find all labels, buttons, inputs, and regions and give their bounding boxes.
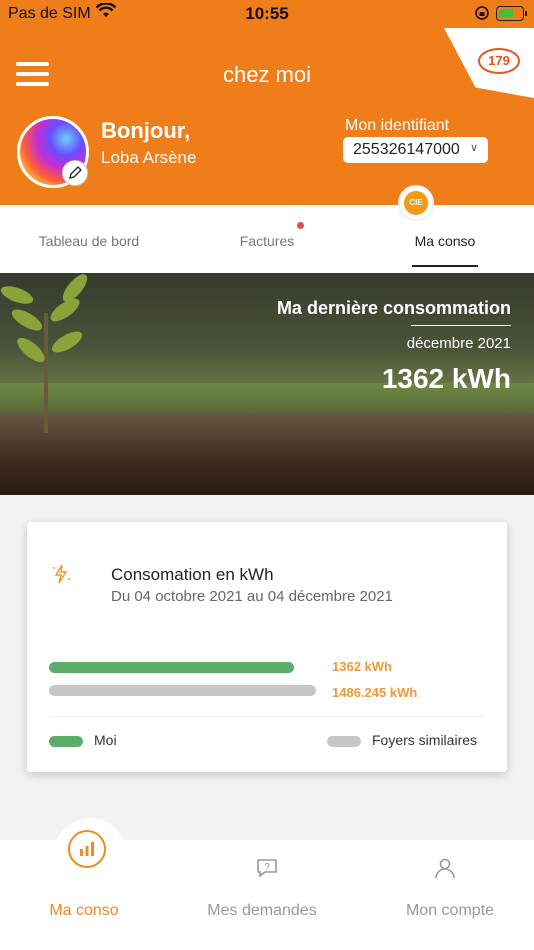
consumption-card: Consomation en kWh Du 04 octobre 2021 au… — [27, 522, 507, 772]
chevron-down-icon: ∨ — [469, 142, 478, 154]
similar-homes-bar — [49, 685, 316, 696]
id-value: 255326147000 — [353, 141, 460, 158]
pencil-icon — [69, 166, 82, 179]
question-bubble-icon[interactable]: ? — [255, 856, 279, 880]
bar-chart-icon — [80, 842, 94, 856]
orientation-lock-icon — [475, 6, 489, 20]
hero-divider — [411, 325, 511, 326]
svg-text:?: ? — [264, 862, 270, 873]
nav-active-bubble[interactable] — [54, 818, 126, 890]
notification-dot — [297, 222, 304, 229]
hero-value: 1362 kWh — [381, 363, 511, 394]
my-consumption-bar — [49, 662, 294, 673]
page-title: chez moi — [222, 62, 312, 87]
id-select[interactable]: 255326147000 ∨ — [343, 137, 488, 163]
tab-invoices[interactable]: Factures — [230, 233, 304, 249]
hero-banner: Ma dernière consommation décembre 2021 1… — [0, 273, 534, 495]
card-period: Du 04 octobre 2021 au 04 décembre 2021 — [111, 588, 393, 605]
user-name: Loba Arsène — [101, 148, 197, 167]
battery-icon — [496, 6, 527, 21]
user-icon[interactable] — [433, 856, 457, 880]
divider — [49, 716, 485, 717]
legend-similar-swatch — [327, 736, 361, 747]
clock: 10:55 — [245, 4, 289, 23]
edit-avatar-button[interactable] — [62, 160, 88, 186]
active-tab-indicator — [412, 265, 478, 267]
legend-me-swatch — [49, 736, 83, 747]
greeting: Bonjour, — [101, 118, 191, 143]
nav-my-consumption[interactable]: Ma conso — [9, 902, 159, 920]
lightning-icon — [53, 564, 70, 584]
hero-month: décembre 2021 — [406, 335, 511, 352]
card-title: Consomation en kWh — [111, 565, 274, 584]
similar-homes-value: 1486.245 kWh — [332, 685, 418, 700]
id-label: Mon identifiant — [345, 117, 450, 134]
tab-consumption[interactable]: Ma conso — [408, 233, 482, 249]
hero-title: Ma dernière consommation — [276, 298, 511, 318]
hotline-logo[interactable]: 179 — [478, 48, 520, 74]
cie-logo: CIE — [398, 185, 434, 221]
nav-my-requests[interactable]: Mes demandes — [187, 902, 337, 920]
legend-me-label: Moi — [94, 732, 117, 748]
legend-similar-label: Foyers similaires — [372, 732, 478, 748]
tab-dashboard[interactable]: Tableau de bord — [30, 233, 148, 249]
tab-bar: Tableau de bord Factures Ma conso — [0, 205, 534, 273]
nav-my-account[interactable]: Mon compte — [375, 902, 525, 920]
my-consumption-value: 1362 kWh — [332, 659, 392, 674]
status-bar: Pas de SIM 10:55 — [0, 0, 534, 28]
